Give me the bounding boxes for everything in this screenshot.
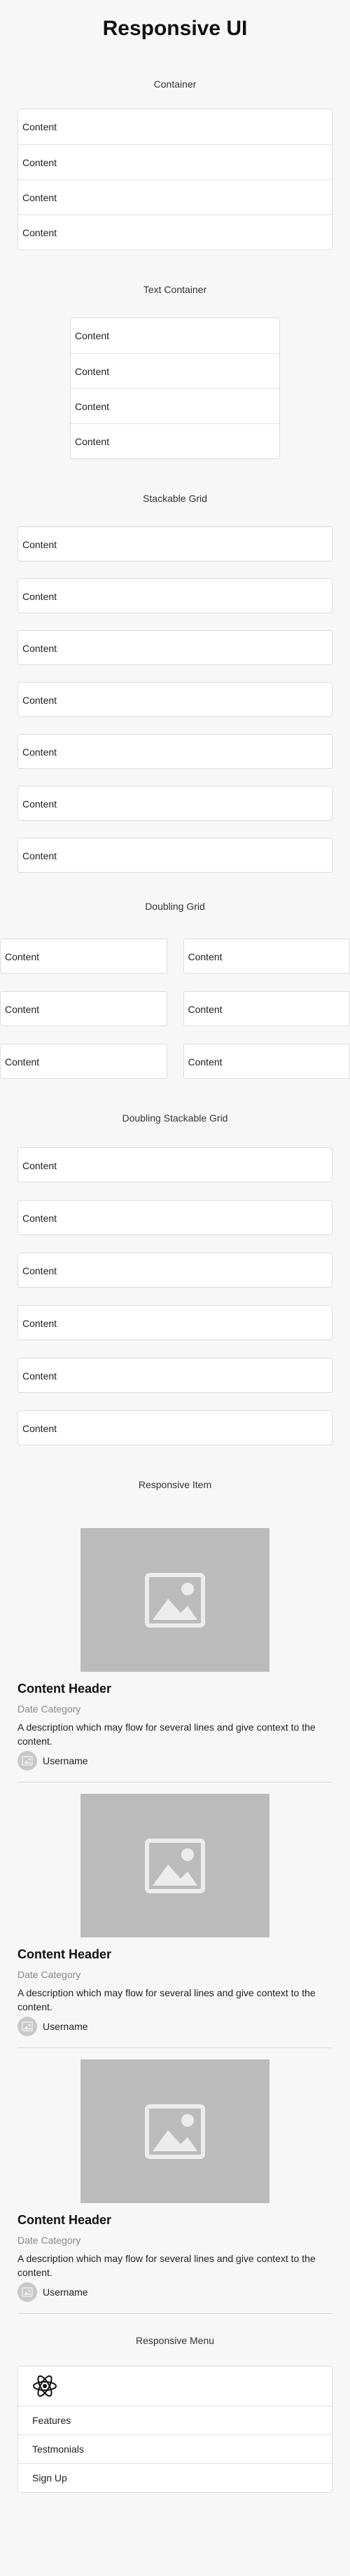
item-meta: Date Category [18, 1703, 81, 1715]
grid-cell: Content [0, 939, 167, 974]
doubling-grid-row: Content Content [0, 1044, 350, 1079]
page: Responsive UI Container Content Content … [0, 0, 350, 2576]
grid-card: Content [18, 578, 332, 613]
grid-card: Content [18, 1253, 332, 1288]
item-description: A description which may flow for several… [18, 1987, 316, 2012]
text-container-row: Content [75, 330, 110, 341]
container-row: Content [22, 121, 57, 132]
doubling-grid-row: Content Content [0, 991, 350, 1026]
text-container-row: Content [71, 353, 279, 388]
grid-cell: Content [0, 991, 167, 1026]
avatar [18, 2017, 37, 2036]
content-item[interactable]: Content Header Date Category A descripti… [18, 2059, 332, 2302]
grid-card: Content [18, 682, 332, 717]
grid-card: Content [18, 734, 332, 769]
item-header[interactable]: Content Header [18, 1947, 332, 1962]
container-row: Content [18, 144, 332, 179]
grid-card: Content [18, 1358, 332, 1393]
text-container: Content Content Content Content [70, 318, 280, 459]
grid-card: Content [18, 838, 332, 873]
item-meta: Date Category [18, 2235, 81, 2246]
text-container-row: Content [71, 388, 279, 423]
grid-cell: Content [183, 1044, 350, 1079]
avatar [18, 2282, 37, 2302]
username: Username [43, 2287, 88, 2298]
item-image [80, 1528, 270, 1672]
menu-item-testimonials[interactable]: Testmonials [18, 2434, 332, 2463]
username: Username [43, 1755, 88, 1766]
item-user[interactable]: Username [18, 1751, 332, 1771]
container: Content Content Content Content [18, 109, 332, 250]
section-label-stackable-grid: Stackable Grid [143, 493, 207, 504]
page-title: Responsive UI [102, 17, 248, 40]
grid-card: Content [18, 1147, 332, 1183]
responsive-menu: Features Testmonials Sign Up [18, 2366, 332, 2493]
divider [18, 1782, 332, 1783]
doubling-stackable-grid: Content Content Content Content Content … [0, 1147, 350, 1445]
doubling-grid: Content Content Content Content Content … [0, 939, 350, 1079]
image-icon [22, 1756, 33, 1766]
item-header[interactable]: Content Header [18, 2213, 332, 2228]
item-header[interactable]: Content Header [18, 1682, 332, 1696]
section-label-responsive-menu: Responsive Menu [135, 2335, 215, 2346]
item-user[interactable]: Username [18, 2282, 332, 2302]
grid-cell: Content [0, 1044, 167, 1079]
image-icon [145, 1838, 205, 1893]
divider [18, 2047, 332, 2048]
section-label-text-container: Text Container [143, 284, 207, 295]
menu-item-sign-up[interactable]: Sign Up [18, 2463, 332, 2492]
image-icon [22, 2022, 33, 2031]
section-label-responsive-item: Responsive Item [138, 1479, 212, 1490]
grid-card: Content [18, 526, 332, 561]
react-logo-icon [33, 2375, 57, 2397]
item-image [80, 1794, 270, 1937]
grid-card: Content [18, 1305, 332, 1340]
doubling-grid-row: Content Content [0, 939, 350, 974]
section-label-doubling-grid: Doubling Grid [145, 901, 205, 912]
grid-card: Content [18, 630, 332, 665]
avatar [18, 1751, 37, 1771]
grid-card: Content [18, 1200, 332, 1235]
content-item[interactable]: Content Header Date Category A descripti… [18, 1794, 332, 2036]
divider [18, 2313, 332, 2314]
text-container-row: Content [71, 423, 279, 458]
item-user[interactable]: Username [18, 2017, 332, 2036]
item-image [80, 2059, 270, 2203]
grid-card: Content [18, 786, 332, 821]
item-description: A description which may flow for several… [18, 2253, 316, 2278]
container-row: Content [18, 179, 332, 214]
image-icon [22, 2287, 33, 2297]
stackable-grid: Content Content Content Content Content … [0, 526, 350, 873]
grid-cell: Content [183, 991, 350, 1026]
image-icon [145, 1572, 205, 1628]
item-meta: Date Category [18, 1969, 81, 1980]
section-label-container: Container [153, 79, 197, 90]
grid-cell: Content [183, 939, 350, 974]
container-row: Content [18, 214, 332, 250]
menu-logo[interactable] [18, 2366, 332, 2406]
item-description: A description which may flow for several… [18, 1722, 316, 1747]
content-item[interactable]: Content Header Date Category A descripti… [18, 1528, 332, 1771]
image-icon [145, 2104, 205, 2159]
section-label-doubling-stackable-grid: Doubling Stackable Grid [122, 1112, 228, 1124]
menu-item-features[interactable]: Features [18, 2406, 332, 2434]
username: Username [43, 2021, 88, 2032]
grid-card: Content [18, 1410, 332, 1445]
